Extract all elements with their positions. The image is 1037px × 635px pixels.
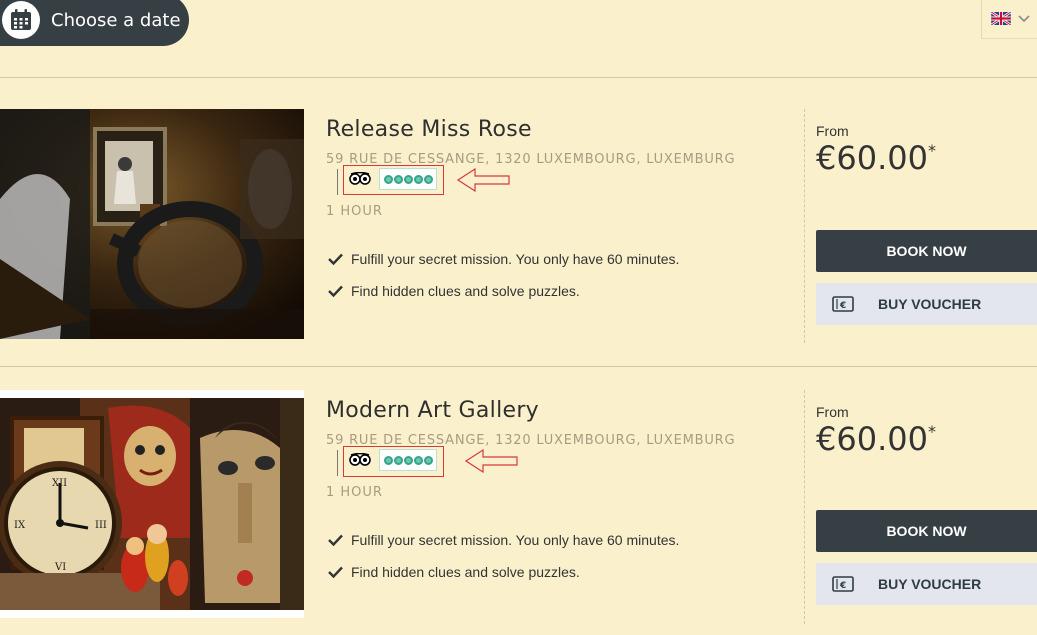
room-title[interactable]: Modern Art Gallery [326, 398, 539, 423]
choose-date-button[interactable]: Choose a date [0, 0, 189, 46]
feature-item: Find hidden clues and solve puzzles. [328, 564, 580, 580]
room-photo-release-miss-rose [0, 109, 304, 339]
tripadvisor-owl-icon [349, 172, 371, 185]
room-card: XII III VI IX Modern Art Gallery 59 RUE … [0, 390, 1037, 635]
svg-text:XII: XII [52, 478, 67, 489]
from-label: From [816, 404, 849, 420]
buy-voucher-button[interactable]: € BUY VOUCHER [816, 563, 1037, 605]
voucher-euro-icon: € [832, 296, 854, 312]
svg-text:IX: IX [14, 520, 26, 531]
calendar-icon [2, 1, 40, 39]
price-value: €60.00 [816, 420, 928, 458]
price-footnote-mark: * [927, 141, 936, 160]
feature-text: Find hidden clues and solve puzzles. [351, 283, 580, 299]
price: €60.00* [816, 420, 936, 458]
room-card: Release Miss Rose 59 RUE DE CESSANGE, 13… [0, 109, 1037, 359]
book-now-button[interactable]: BOOK NOW [816, 510, 1037, 552]
tripadvisor-rating[interactable] [379, 449, 437, 471]
column-divider [804, 390, 805, 624]
divider-middle [0, 366, 1037, 367]
choose-date-label: Choose a date [51, 9, 181, 31]
svg-text:€: € [839, 301, 846, 311]
room-title[interactable]: Release Miss Rose [326, 117, 532, 142]
feature-text: Find hidden clues and solve puzzles. [351, 564, 580, 580]
checkmark-icon [328, 285, 343, 297]
feature-item: Fulfill your secret mission. You only ha… [328, 532, 679, 548]
feature-text: Fulfill your secret mission. You only ha… [351, 251, 680, 267]
column-divider [804, 109, 805, 343]
buy-voucher-button[interactable]: € BUY VOUCHER [816, 283, 1037, 325]
price-value: €60.00 [816, 139, 928, 177]
room-duration: 1 HOUR [326, 204, 383, 219]
rating-separator [337, 450, 338, 476]
svg-text:€: € [839, 581, 846, 591]
tripadvisor-owl-icon [349, 453, 371, 466]
annotation-arrow-icon [465, 449, 518, 473]
feature-item: Fulfill your secret mission. You only ha… [328, 251, 679, 267]
checkmark-icon [328, 253, 343, 265]
buy-voucher-label: BUY VOUCHER [878, 296, 982, 312]
voucher-euro-icon: € [832, 576, 854, 592]
rating-separator [337, 169, 338, 195]
svg-text:III: III [95, 520, 107, 531]
price: €60.00* [816, 139, 936, 177]
chevron-down-icon [1018, 14, 1030, 22]
language-selector[interactable] [981, 0, 1037, 39]
feature-text: Fulfill your secret mission. You only ha… [351, 532, 680, 548]
uk-flag-icon [991, 12, 1011, 25]
book-now-button[interactable]: BOOK NOW [816, 230, 1037, 272]
feature-item: Find hidden clues and solve puzzles. [328, 283, 580, 299]
buy-voucher-label: BUY VOUCHER [878, 576, 982, 592]
from-label: From [816, 123, 849, 139]
room-duration: 1 HOUR [326, 485, 383, 500]
tripadvisor-rating[interactable] [379, 168, 437, 190]
annotation-arrow-icon [457, 168, 510, 192]
divider-top [0, 77, 1037, 78]
checkmark-icon [328, 566, 343, 578]
room-photo-modern-art-gallery: XII III VI IX [0, 390, 304, 618]
svg-text:VI: VI [54, 562, 66, 573]
price-footnote-mark: * [927, 422, 936, 441]
checkmark-icon [328, 534, 343, 546]
